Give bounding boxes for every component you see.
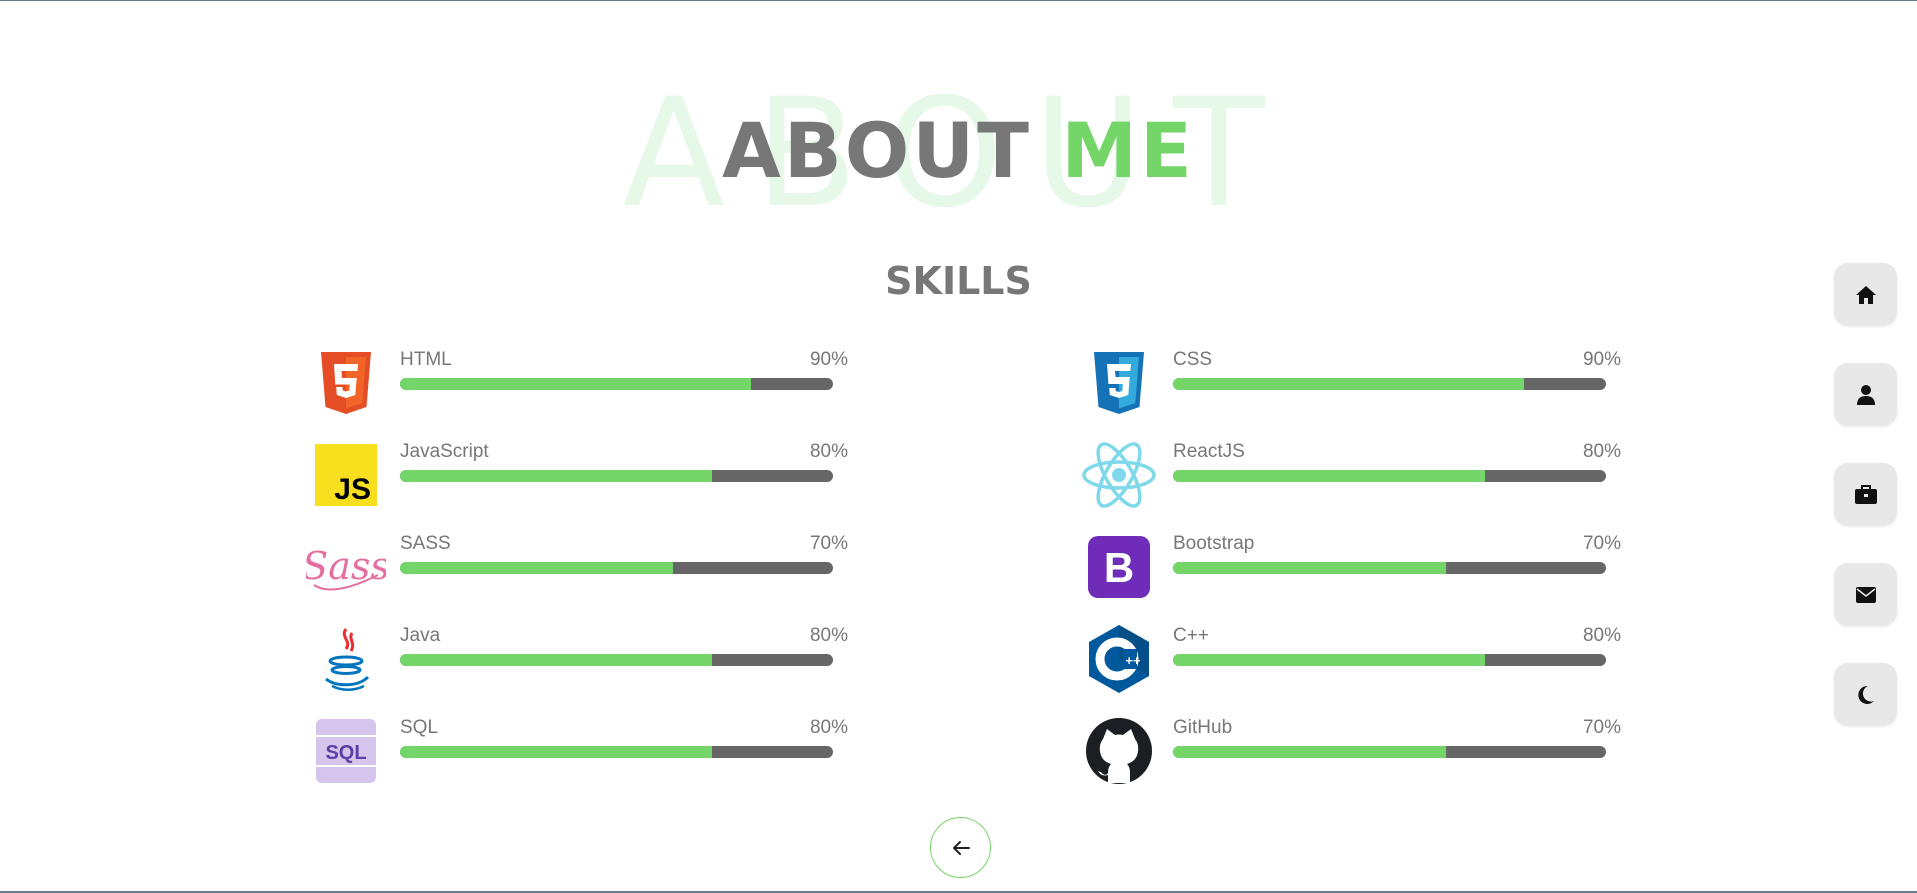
react-icon [1079, 435, 1159, 515]
skill-name: C++ [1173, 625, 1209, 646]
skill-percent: 80% [1582, 625, 1621, 646]
skill-name: Java [400, 625, 441, 646]
skill-progress-fill [400, 378, 751, 390]
skill-name: GitHub [1173, 717, 1233, 738]
skill-progress-fill [400, 654, 712, 666]
skill-name: HTML [400, 349, 452, 370]
sql-icon: SQL [306, 711, 386, 791]
skill-item-bootstrap: B Bootstrap 70% [1079, 527, 1639, 607]
svg-text:Sass: Sass [306, 544, 386, 588]
skill-item-java: Java 80% [306, 619, 866, 699]
skill-name: Bootstrap [1173, 533, 1255, 554]
title-part-about: ABOUT [722, 106, 1032, 195]
bootstrap-icon: B [1079, 527, 1159, 607]
moon-icon [1857, 685, 1874, 704]
nav-about-button[interactable] [1834, 363, 1897, 426]
skill-item-sass: Sass SASS 70% [306, 527, 866, 607]
skill-percent: 80% [1582, 441, 1621, 462]
skill-name: ReactJS [1173, 441, 1245, 462]
skill-progress-bar [400, 470, 833, 482]
java-icon [306, 619, 386, 699]
skill-item-javascript: JS JavaScript 80% [306, 435, 866, 515]
svg-text:SQL: SQL [325, 742, 366, 764]
skill-progress-bar [1173, 470, 1606, 482]
skill-progress-fill [1173, 470, 1485, 482]
javascript-icon: JS [306, 435, 386, 515]
skill-progress-fill [400, 746, 712, 758]
skill-progress-bar [1173, 746, 1606, 758]
skill-item-html: HTML 90% [306, 343, 866, 423]
skill-progress-fill [1173, 562, 1446, 574]
skill-progress-bar [400, 654, 833, 666]
back-button[interactable] [930, 817, 991, 878]
skill-progress-bar [1173, 654, 1606, 666]
skill-progress-fill [1173, 746, 1446, 758]
css3-icon [1079, 343, 1159, 423]
github-icon [1079, 711, 1159, 791]
skill-progress-bar [400, 746, 833, 758]
skill-percent: 80% [809, 717, 848, 738]
nav-portfolio-button[interactable] [1834, 463, 1897, 526]
skill-percent: 90% [1582, 349, 1621, 370]
skill-percent: 90% [809, 349, 848, 370]
envelope-icon [1855, 586, 1876, 603]
skill-progress-bar [400, 378, 833, 390]
skill-percent: 70% [1582, 533, 1621, 554]
skill-item-cplusplus: ++ C++ 80% [1079, 619, 1639, 699]
skill-item-github: GitHub 70% [1079, 711, 1639, 791]
skill-percent: 70% [809, 533, 848, 554]
nav-home-button[interactable] [1834, 263, 1897, 326]
svg-text:B: B [1104, 544, 1134, 591]
skill-name: CSS [1173, 349, 1213, 370]
skill-percent: 80% [809, 625, 848, 646]
skills-section-title: SKILLS [885, 259, 1032, 303]
briefcase-icon [1854, 485, 1877, 504]
theme-toggle-button[interactable] [1834, 663, 1897, 726]
skill-percent: 70% [1582, 717, 1621, 738]
skill-progress-bar [1173, 562, 1606, 574]
skill-percent: 80% [809, 441, 848, 462]
title-part-me: ME [1061, 106, 1195, 195]
skill-progress-fill [1173, 378, 1524, 390]
sass-icon: Sass [306, 527, 386, 607]
skill-name: SASS [400, 533, 451, 554]
user-icon [1856, 384, 1875, 405]
svg-text:++: ++ [1125, 653, 1141, 668]
skill-progress-fill [400, 562, 673, 574]
skill-name: SQL [400, 717, 439, 738]
skill-progress-bar [400, 562, 833, 574]
skill-progress-fill [400, 470, 712, 482]
nav-contact-button[interactable] [1834, 563, 1897, 626]
home-icon [1855, 285, 1876, 304]
cplusplus-icon: ++ [1079, 619, 1159, 699]
html5-icon [306, 343, 386, 423]
skill-item-css: CSS 90% [1079, 343, 1639, 423]
arrow-left-icon [952, 840, 970, 855]
skill-progress-fill [1173, 654, 1485, 666]
about-page: ABOUT ABOUT ME SKILLS HTML 90% JS JavaSc… [0, 0, 1917, 893]
skill-item-reactjs: ReactJS 80% [1079, 435, 1639, 515]
skill-progress-bar [1173, 378, 1606, 390]
skill-item-sql: SQL SQL 80% [306, 711, 866, 791]
skill-name: JavaScript [400, 441, 489, 462]
svg-text:JS: JS [334, 473, 371, 506]
page-title: ABOUT ME [0, 113, 1917, 189]
